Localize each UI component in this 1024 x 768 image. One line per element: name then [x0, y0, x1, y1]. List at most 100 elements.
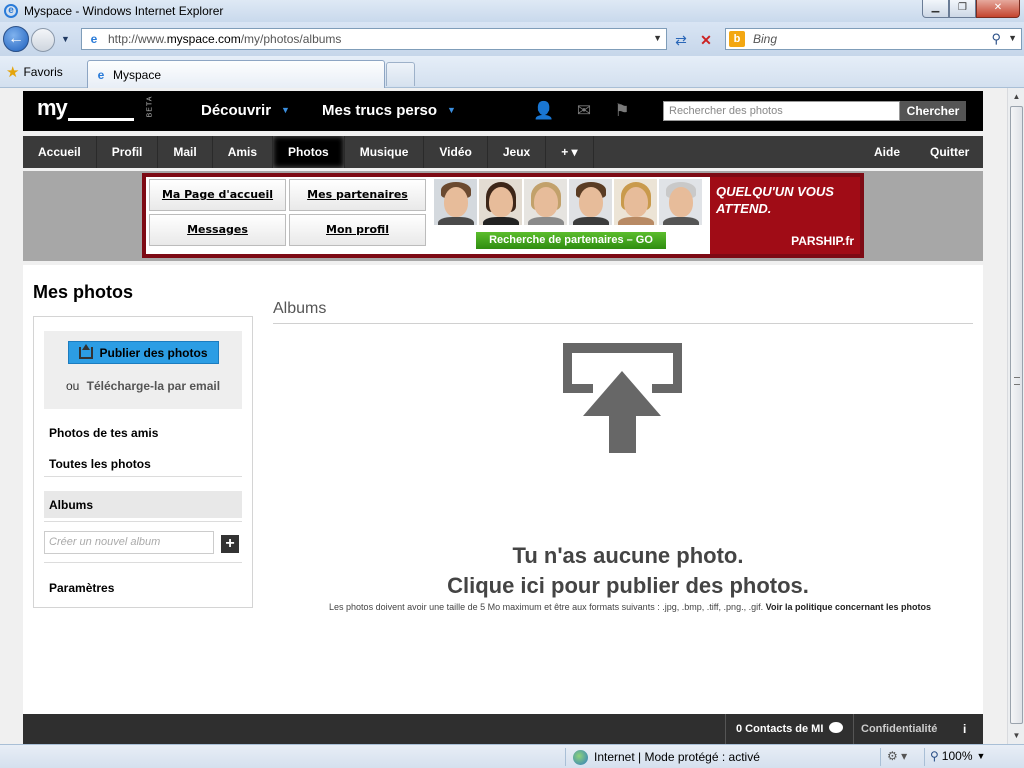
chevron-down-icon: ▼ — [447, 105, 456, 115]
empty-state-message[interactable]: Tu n'as aucune photo. Clique ici pour pu… — [273, 541, 983, 601]
ad-face-image — [614, 179, 657, 225]
sidebar-divider — [44, 476, 242, 477]
myspace-logo[interactable]: my — [37, 95, 134, 121]
myspace-header: my BETA Découvrir ▼ Mes trucs perso ▼ 👤 ✉ … — [23, 91, 983, 131]
globe-icon — [573, 749, 588, 765]
albums-link[interactable]: Albums — [49, 498, 93, 512]
zoom-dropdown-icon[interactable]: ▼ — [977, 751, 986, 761]
zoom-level: 100% — [941, 749, 973, 763]
nav-mail[interactable]: Mail — [158, 136, 213, 168]
ad-face-image — [434, 179, 477, 225]
scroll-down-icon[interactable]: ▼ — [1008, 727, 1024, 744]
address-dropdown-icon[interactable]: ▼ — [653, 33, 662, 43]
search-icon[interactable]: ⚲ — [991, 31, 1001, 47]
close-window-button[interactable]: ✕ — [976, 0, 1020, 18]
status-bar: Internet | Mode protégé : activé ⚙ ▾ ⚲ 1… — [0, 744, 1024, 768]
tab-favicon-icon: e — [97, 67, 105, 82]
ad-face-image — [524, 179, 567, 225]
nav-photos[interactable]: Photos — [273, 136, 345, 168]
zoom-control[interactable]: ⚲ 100% ▼ — [930, 749, 985, 763]
chat-bubble-icon — [829, 722, 844, 733]
protected-mode-icon[interactable]: ⚙ ▾ — [887, 749, 907, 763]
ad-btn-messages[interactable]: Messages — [149, 214, 286, 246]
publish-photos-button[interactable]: Publier des photos — [68, 341, 219, 364]
friends-photos-link[interactable]: Photos de tes amis — [49, 426, 158, 440]
photo-policy-link[interactable]: Voir la politique concernant les photos — [766, 602, 931, 612]
browser-search-box[interactable]: b Bing ⚲ ▼ — [725, 28, 1022, 50]
sidebar-divider — [44, 521, 242, 522]
beta-label: BETA — [146, 95, 154, 118]
chevron-down-icon: ▼ — [281, 105, 290, 115]
upload-requirements-note: Les photos doivent avoir une taille de 5… — [329, 602, 931, 612]
nav-aide[interactable]: Aide — [874, 136, 900, 168]
nav-video[interactable]: Vidéo — [424, 136, 488, 168]
photo-search-input[interactable]: Rechercher des photos — [663, 101, 900, 121]
parship-banner[interactable]: QUELQU'UN VOUS ATTEND. PARSHIP.fr — [710, 177, 860, 254]
nav-jeux[interactable]: Jeux — [488, 136, 547, 168]
address-bar[interactable]: e http://www.myspace.com/my/photos/album… — [81, 28, 667, 50]
minimize-button[interactable]: ▁ — [922, 0, 949, 18]
ad-band: Ma Page d'accueil Mes partenaires Messag… — [23, 171, 983, 261]
ad-go-button[interactable]: Recherche de partenaires – GO — [476, 232, 666, 249]
new-tab-button[interactable] — [386, 62, 415, 86]
nav-accueil[interactable]: Accueil — [23, 136, 97, 168]
url-text[interactable]: http://www.myspace.com/my/photos/albums — [108, 32, 341, 46]
my-stuff-menu[interactable]: Mes trucs perso ▼ — [322, 102, 456, 119]
address-toolbar: ← ▼ e http://www.myspace.com/my/photos/a… — [0, 22, 1024, 56]
browser-search-input[interactable]: Bing — [753, 32, 777, 46]
maximize-button[interactable]: ❐ — [949, 0, 976, 18]
nav-profil[interactable]: Profil — [97, 136, 159, 168]
scroll-thumb[interactable] — [1010, 106, 1023, 724]
im-contacts-button[interactable]: 0 Contacts de MI — [725, 714, 855, 744]
add-album-button[interactable]: + — [221, 535, 239, 553]
profile-icon[interactable]: 👤 — [533, 101, 555, 121]
photo-search-button[interactable]: Chercher — [900, 101, 966, 121]
heading-divider — [273, 323, 973, 324]
favorites-bar: ★ Favoris e Myspace — [0, 56, 1024, 88]
photos-sidebar: Publier des photos ou Télécharge-la par … — [33, 316, 253, 608]
ad-face-image — [569, 179, 612, 225]
parship-logo: PARSHIP.fr — [791, 234, 854, 248]
ad-face-image — [659, 179, 702, 225]
back-button[interactable]: ← — [3, 26, 29, 52]
ad-btn-profile[interactable]: Mon profil — [289, 214, 426, 246]
all-photos-link[interactable]: Toutes les photos — [49, 457, 151, 471]
nav-more[interactable]: + ▾ — [546, 136, 594, 168]
new-album-input[interactable]: Créer un nouvel album — [44, 531, 214, 554]
upload-large-icon[interactable] — [563, 343, 683, 453]
stop-button[interactable]: ✕ — [696, 30, 716, 50]
nav-musique[interactable]: Musique — [345, 136, 425, 168]
empty-line-2[interactable]: Clique ici pour publier des photos. — [273, 571, 983, 601]
email-upload-link[interactable]: Télécharge-la par email — [87, 379, 220, 393]
content-area: Mes photos Publier des photos ou Télécha… — [23, 265, 983, 714]
window-titlebar: e Myspace - Windows Internet Explorer ▁ … — [0, 0, 1024, 22]
info-button[interactable]: i — [963, 714, 966, 744]
discover-menu[interactable]: Découvrir ▼ — [201, 102, 290, 119]
page-title: Mes photos — [33, 282, 134, 302]
nav-quitter[interactable]: Quitter — [930, 136, 969, 168]
zone-text: Internet | Mode protégé : activé — [594, 750, 760, 764]
ad-btn-home[interactable]: Ma Page d'accueil — [149, 179, 286, 211]
tab-myspace[interactable]: e Myspace — [87, 60, 385, 88]
nav-amis[interactable]: Amis — [213, 136, 274, 168]
mail-icon[interactable]: ✉ — [573, 101, 595, 121]
main-nav: Accueil Profil Mail Amis Photos Musique … — [23, 136, 983, 168]
bing-icon: b — [729, 31, 745, 47]
vertical-scrollbar[interactable]: ▲ ▼ — [1007, 88, 1024, 744]
security-zone[interactable]: Internet | Mode protégé : activé — [573, 749, 760, 765]
privacy-link[interactable]: Confidentialité — [861, 714, 937, 744]
ad-btn-partners[interactable]: Mes partenaires — [289, 179, 426, 211]
favorites-button[interactable]: ★ Favoris — [6, 62, 63, 82]
parship-ad[interactable]: Ma Page d'accueil Mes partenaires Messag… — [142, 173, 864, 258]
empty-line-1: Tu n'as aucune photo. — [512, 543, 744, 568]
favorites-label: Favoris — [23, 65, 63, 79]
search-provider-dropdown-icon[interactable]: ▼ — [1008, 33, 1017, 43]
ad-tagline: QUELQU'UN VOUS ATTEND. — [716, 184, 834, 216]
flag-icon[interactable]: ⚑ — [611, 101, 633, 121]
refresh-button[interactable]: ⇄ — [671, 30, 691, 50]
settings-link[interactable]: Paramètres — [49, 581, 114, 595]
upload-panel: Publier des photos ou Télécharge-la par … — [44, 331, 242, 409]
forward-button[interactable] — [31, 28, 55, 52]
history-dropdown-icon[interactable]: ▼ — [61, 34, 70, 44]
scroll-up-icon[interactable]: ▲ — [1008, 88, 1024, 105]
